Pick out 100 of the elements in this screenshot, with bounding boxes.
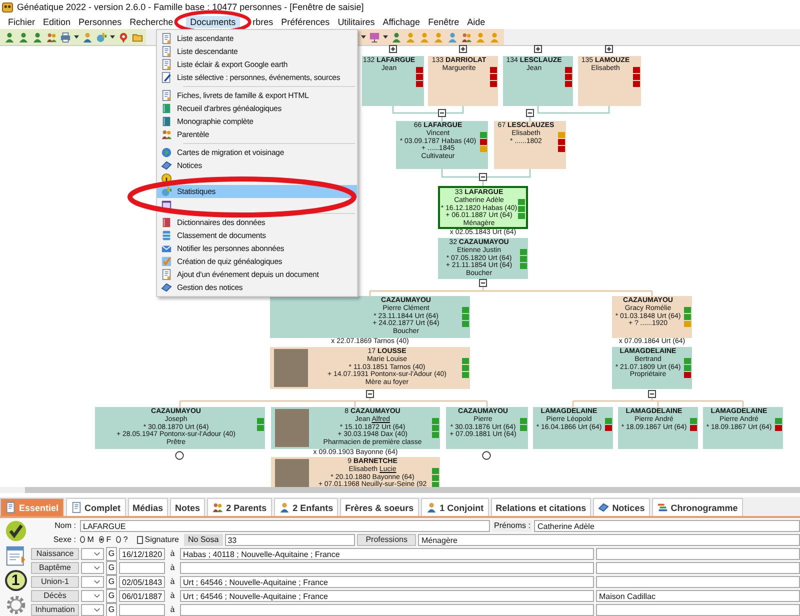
collapse-icon[interactable]: [479, 173, 487, 181]
menu-item[interactable]: Edition: [39, 16, 75, 28]
date-field[interactable]: 16/12/1820: [119, 548, 165, 560]
event-button[interactable]: Inhumation: [31, 604, 79, 616]
place-field[interactable]: [180, 562, 594, 574]
place-field[interactable]: [180, 604, 594, 616]
caret-icon[interactable]: [110, 35, 115, 39]
document-icon: [5, 502, 16, 513]
document-icon[interactable]: [4, 545, 28, 567]
menu-item[interactable]: Fichier: [4, 16, 40, 28]
event-button[interactable]: Baptême: [31, 562, 79, 574]
caret-icon[interactable]: [361, 35, 366, 39]
menu-item[interactable]: Affichage: [378, 16, 424, 28]
menu-item[interactable]: Recherche: [126, 16, 178, 28]
collapse-icon[interactable]: [648, 390, 656, 398]
checkmark-icon[interactable]: [4, 520, 28, 542]
document-icon: [70, 502, 82, 513]
menu-item[interactable]: Fenêtre: [424, 16, 464, 28]
tab[interactable]: Chronogramme: [652, 498, 743, 516]
place-field[interactable]: Habas ; 40118 ; Nouvelle-Aquitaine ; France: [180, 548, 594, 560]
timeline-icon: [656, 502, 668, 513]
menu-item[interactable]: Utilitaires: [334, 16, 379, 28]
tab[interactable]: Notices: [593, 498, 650, 516]
person-icon: [489, 32, 500, 42]
person-icon: [405, 32, 416, 42]
radio-label: F: [106, 535, 112, 544]
cabinet-icon: [161, 230, 172, 241]
printer-icon: [60, 32, 71, 42]
event-button[interactable]: Union-1: [31, 576, 79, 588]
tab[interactable]: Médias: [128, 498, 168, 516]
document-icon: [161, 46, 172, 57]
date-field[interactable]: 06/01/1887: [119, 590, 165, 602]
window-title: Généatique 2022 - version 2.6.0 - Famille base : 10477 personnes - [Fenêtre de saisie]: [17, 2, 364, 12]
radio-button[interactable]: [80, 536, 86, 543]
tab[interactable]: Complet: [66, 498, 126, 516]
person-icon: [419, 32, 430, 42]
book-icon: [161, 103, 172, 114]
detail-field[interactable]: [596, 576, 800, 588]
notebook-icon: [161, 160, 172, 171]
tab[interactable]: Notes: [170, 498, 206, 516]
detail-field[interactable]: [596, 604, 800, 616]
globe-icon: [161, 147, 172, 158]
chart-icon: [96, 32, 107, 42]
expand-icon[interactable]: [534, 45, 542, 53]
collapse-icon[interactable]: [438, 109, 446, 117]
at-label: à: [169, 577, 176, 586]
at-label: à: [169, 563, 176, 572]
expand-icon[interactable]: [389, 45, 397, 53]
date-field[interactable]: [119, 604, 165, 616]
person-icon: [278, 502, 290, 513]
at-label: à: [169, 549, 176, 558]
menu-item[interactable]: rbres: [248, 16, 278, 28]
place-field[interactable]: Urt ; 64546 ; Nouvelle-Aquitaine ; France: [180, 576, 594, 588]
event-button[interactable]: Décès: [31, 590, 79, 602]
radio-label: M: [87, 535, 94, 544]
place-field[interactable]: Urt ; 64546 ; Nouvelle-Aquitaine ; France: [180, 590, 594, 602]
field-label: No Sosa: [184, 534, 223, 546]
date-field[interactable]: [119, 562, 165, 574]
expand-icon[interactable]: [605, 45, 613, 53]
tab[interactable]: Frères & soeurs: [340, 498, 419, 516]
source-cell: G: [106, 546, 117, 560]
checkbox[interactable]: [136, 536, 143, 544]
document-icon: [161, 59, 172, 70]
people-icon: [161, 129, 172, 140]
date-field[interactable]: 02/05/1843: [119, 576, 165, 588]
expand-icon[interactable]: [459, 45, 467, 53]
book-icon: [161, 116, 172, 127]
chart-icon: [161, 186, 172, 197]
caret-icon[interactable]: [74, 35, 79, 39]
tab[interactable]: 1 Conjoint: [420, 498, 489, 516]
menu-item[interactable]: Personnes: [74, 16, 126, 28]
envelope-icon: [161, 243, 172, 254]
professions-button[interactable]: Professions: [356, 534, 416, 546]
person-icon: [82, 32, 93, 42]
detail-field[interactable]: [596, 548, 800, 560]
tab[interactable]: Relations et citations: [490, 498, 592, 516]
input-field[interactable]: Ménagère: [418, 534, 800, 546]
input-field[interactable]: 33: [224, 534, 355, 546]
collapse-icon[interactable]: [366, 390, 374, 398]
detail-field[interactable]: Maison Cadillac: [596, 590, 800, 602]
radio-button[interactable]: [116, 536, 122, 543]
checkbox-label: Signature: [144, 535, 179, 544]
at-label: à: [169, 591, 176, 600]
menu-item[interactable]: Documents: [186, 16, 240, 28]
caret-icon[interactable]: [383, 35, 388, 39]
chevron-icon: [94, 566, 100, 570]
menu-item[interactable]: Aide: [463, 16, 490, 28]
number-badge[interactable]: 1: [4, 570, 26, 591]
tab[interactable]: 2 Enfants: [274, 498, 338, 516]
collapse-icon[interactable]: [526, 109, 534, 117]
source-cell: G: [106, 560, 117, 574]
menu-item[interactable]: Préférences: [277, 16, 334, 28]
source-cell: G: [106, 588, 117, 602]
collapse-icon[interactable]: [479, 279, 487, 287]
input-field[interactable]: Catherine Adèle: [534, 520, 800, 532]
event-button[interactable]: Naissance: [31, 548, 79, 560]
radio-button[interactable]: [98, 536, 104, 543]
input-field[interactable]: LAFARGUE: [80, 520, 490, 532]
tab[interactable]: 2 Parents: [207, 498, 272, 516]
detail-field[interactable]: [596, 562, 800, 574]
